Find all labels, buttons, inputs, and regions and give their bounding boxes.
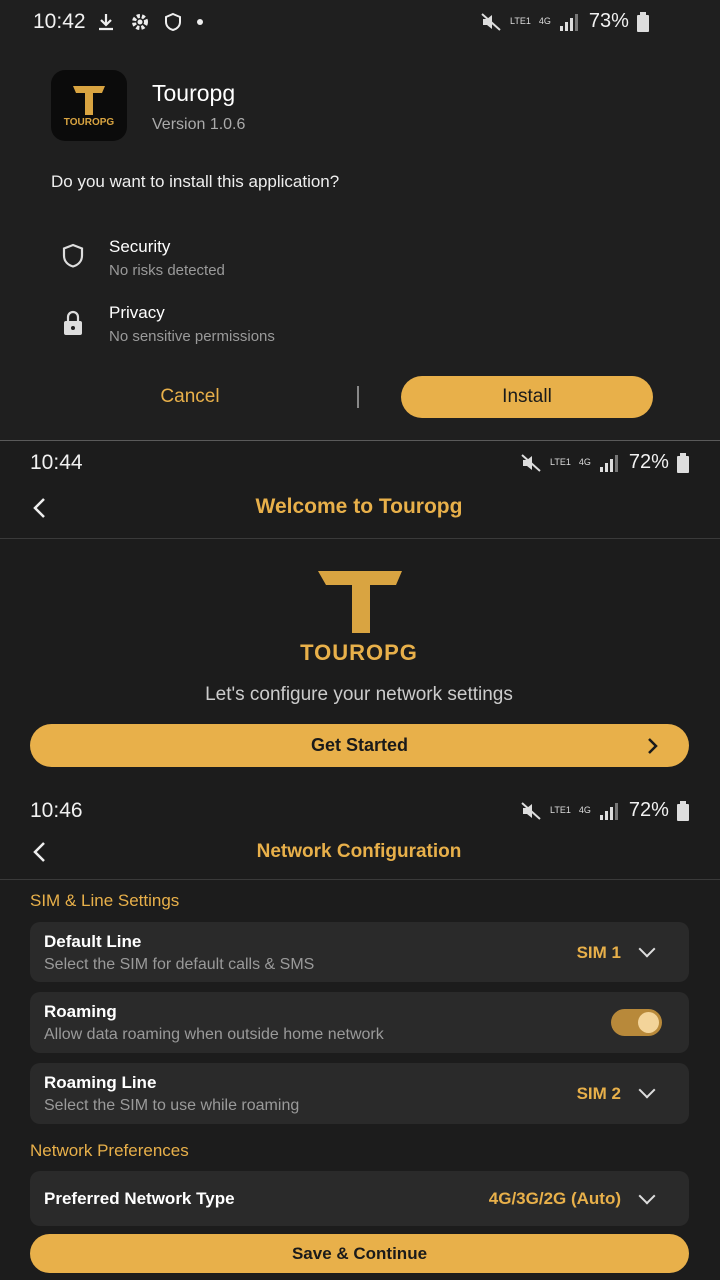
default-line-row[interactable]: Default Line Select the SIM for default … [30, 922, 689, 982]
chevron-right-icon [648, 738, 658, 754]
privacy-subtitle: No sensitive permissions [109, 328, 275, 345]
security-subtitle: No risks detected [109, 262, 225, 279]
app-icon: TOUROPG [51, 70, 127, 141]
app-name: Touropg [152, 80, 236, 106]
network-config-screen: 10:46 LTE1 4G 72% Network Configuration … [0, 791, 720, 1280]
status-right: LTE1 4G 73% [480, 10, 649, 33]
lte-indicator: LTE1 [550, 457, 571, 467]
header-divider [0, 538, 720, 539]
welcome-title: Welcome to Touropg [255, 495, 463, 518]
welcome-subtitle: Let's configure your network settings [205, 684, 513, 705]
status-right: LTE1 4G 72% [520, 799, 689, 822]
battery-percent: 72% [628, 451, 669, 473]
roaming-subtitle: Allow data roaming when outside home net… [44, 1026, 384, 1043]
network-config-title: Network Configuration [256, 841, 462, 862]
header-divider [0, 879, 720, 880]
battery-percent: 72% [628, 799, 669, 821]
dot-icon [197, 19, 203, 25]
default-line-value: SIM 1 [576, 943, 621, 962]
preferred-network-title: Preferred Network Type [44, 1189, 235, 1208]
shield-status-icon [165, 12, 181, 32]
preferred-network-row[interactable]: Preferred Network Type 4G/3G/2G (Auto) [30, 1171, 689, 1226]
cancel-button[interactable]: Cancel [130, 376, 250, 418]
battery-icon [676, 452, 689, 473]
network-type: 4G [578, 457, 591, 467]
section-sim-line: SIM & Line Settings [30, 891, 180, 910]
roaming-row: Roaming Allow data roaming when outside … [30, 992, 689, 1053]
app-icon-text: TOUROPG [63, 117, 115, 128]
default-line-title: Default Line [44, 932, 142, 951]
toggle-knob [638, 1012, 659, 1033]
preferred-network-value: 4G/3G/2G (Auto) [488, 1189, 621, 1208]
roaming-line-row[interactable]: Roaming Line Select the SIM to use while… [30, 1063, 689, 1124]
security-shield-icon [62, 243, 84, 268]
chevron-down-icon [638, 940, 656, 958]
status-time: 10:44 [30, 451, 83, 474]
install-prompt: Do you want to install this application? [51, 172, 340, 191]
section-network-preferences: Network Preferences [30, 1141, 189, 1160]
logo-wordmark: TOUROPG [300, 640, 418, 665]
get-started-label: Get Started [310, 735, 409, 755]
mute-icon [521, 453, 541, 472]
mute-icon [521, 801, 541, 820]
touropg-logo-icon [318, 571, 402, 633]
status-time: 10:46 [30, 799, 83, 822]
status-time: 10:42 [33, 10, 86, 33]
lock-icon [64, 310, 82, 335]
lte-indicator: LTE1 [550, 805, 571, 815]
get-started-button[interactable]: Get Started [30, 724, 689, 767]
signal-icon [599, 802, 618, 820]
signal-icon [599, 454, 618, 472]
default-line-subtitle: Select the SIM for default calls & SMS [44, 956, 315, 973]
security-title: Security [109, 237, 171, 256]
battery-icon [636, 11, 649, 32]
app-version: Version 1.0.6 [152, 116, 246, 133]
roaming-line-subtitle: Select the SIM to use while roaming [44, 1097, 300, 1114]
welcome-screen: 10:44 LTE1 4G 72% Welcome to Touropg TOU… [0, 441, 720, 791]
network-type: 4G [578, 805, 591, 815]
mute-icon [481, 12, 501, 31]
button-divider [357, 386, 359, 408]
roaming-toggle[interactable] [611, 1009, 662, 1036]
gear-icon [132, 14, 148, 30]
install-dialog-screen: 10:42 LTE1 4G 73% TOUROPG Touropg Versio… [0, 0, 720, 440]
install-button[interactable]: Install [401, 376, 653, 418]
chevron-down-icon [638, 1081, 656, 1099]
battery-percent: 73% [588, 10, 629, 32]
roaming-line-value: SIM 2 [576, 1084, 621, 1103]
chevron-down-icon [638, 1187, 656, 1205]
roaming-title: Roaming [44, 1002, 117, 1021]
battery-icon [676, 800, 689, 821]
status-right: LTE1 4G 72% [520, 451, 689, 474]
signal-icon [559, 13, 578, 31]
lte-indicator: LTE1 [510, 16, 531, 26]
network-type: 4G [538, 16, 551, 26]
save-continue-button[interactable]: Save & Continue [30, 1234, 689, 1273]
roaming-line-title: Roaming Line [44, 1073, 157, 1092]
status-icons-left [96, 12, 204, 32]
download-icon [99, 14, 113, 31]
privacy-title: Privacy [109, 303, 165, 322]
